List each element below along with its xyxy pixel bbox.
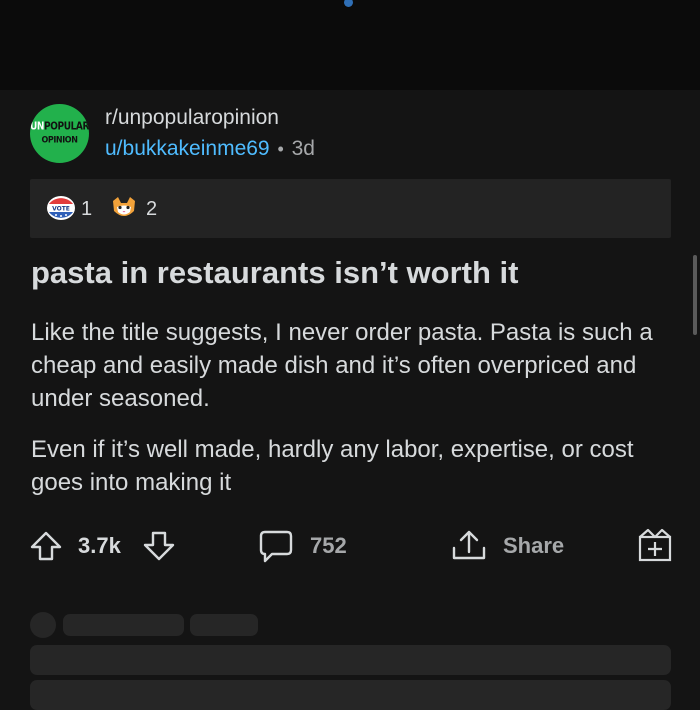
subreddit-avatar[interactable]: UNPOPULAR OPINION [30, 104, 89, 163]
share-label[interactable]: Share [503, 533, 564, 559]
comment-icon[interactable] [258, 529, 294, 563]
share-icon[interactable] [450, 528, 488, 562]
post-age: 3d [291, 137, 315, 160]
page-indicator-dot [344, 0, 353, 7]
avatar-logo-popular: POPULAR [44, 121, 89, 133]
award-count-vote: 1 [81, 198, 93, 220]
post-body: Like the title suggests, I never order p… [31, 316, 671, 517]
downvote-icon[interactable] [142, 530, 176, 562]
meta-separator: • [277, 139, 284, 159]
svg-text:VOTE: VOTE [52, 206, 70, 213]
comment-line-placeholder [30, 645, 671, 675]
comment-line-placeholder [30, 680, 671, 710]
post-meta: u/bukkakeinme69 • 3d [105, 137, 315, 161]
post-actions-bar: 3.7k 752 Share [0, 525, 700, 565]
vote-score: 3.7k [78, 533, 121, 558]
subreddit-name[interactable]: r/unpopularopinion [105, 106, 279, 130]
post-paragraph: Even if it’s well made, hardly any labor… [31, 436, 634, 496]
gift-award-icon[interactable] [636, 527, 674, 563]
post-title[interactable]: pasta in restaurants isn’t worth it [31, 255, 518, 291]
scrollbar[interactable] [693, 255, 697, 335]
post-paragraph: Like the title suggests, I never order p… [31, 319, 653, 412]
avatar-logo-un: UN [30, 121, 45, 133]
upvote-icon[interactable] [29, 530, 63, 562]
comment-meta-placeholder [190, 614, 258, 636]
vote-award-icon: VOTE [47, 196, 75, 220]
author-link[interactable]: u/bukkakeinme69 [105, 137, 270, 160]
avatar-logo-line2: OPINION [41, 134, 78, 145]
comment-avatar-placeholder [30, 612, 56, 638]
avatar-logo-line1: UNPOPULAR [30, 121, 89, 133]
comment-author-placeholder [63, 614, 184, 636]
award-count-cat: 2 [146, 198, 158, 220]
top-bar [0, 0, 700, 90]
comment-count[interactable]: 752 [310, 533, 347, 559]
cat-award-icon [113, 197, 135, 216]
